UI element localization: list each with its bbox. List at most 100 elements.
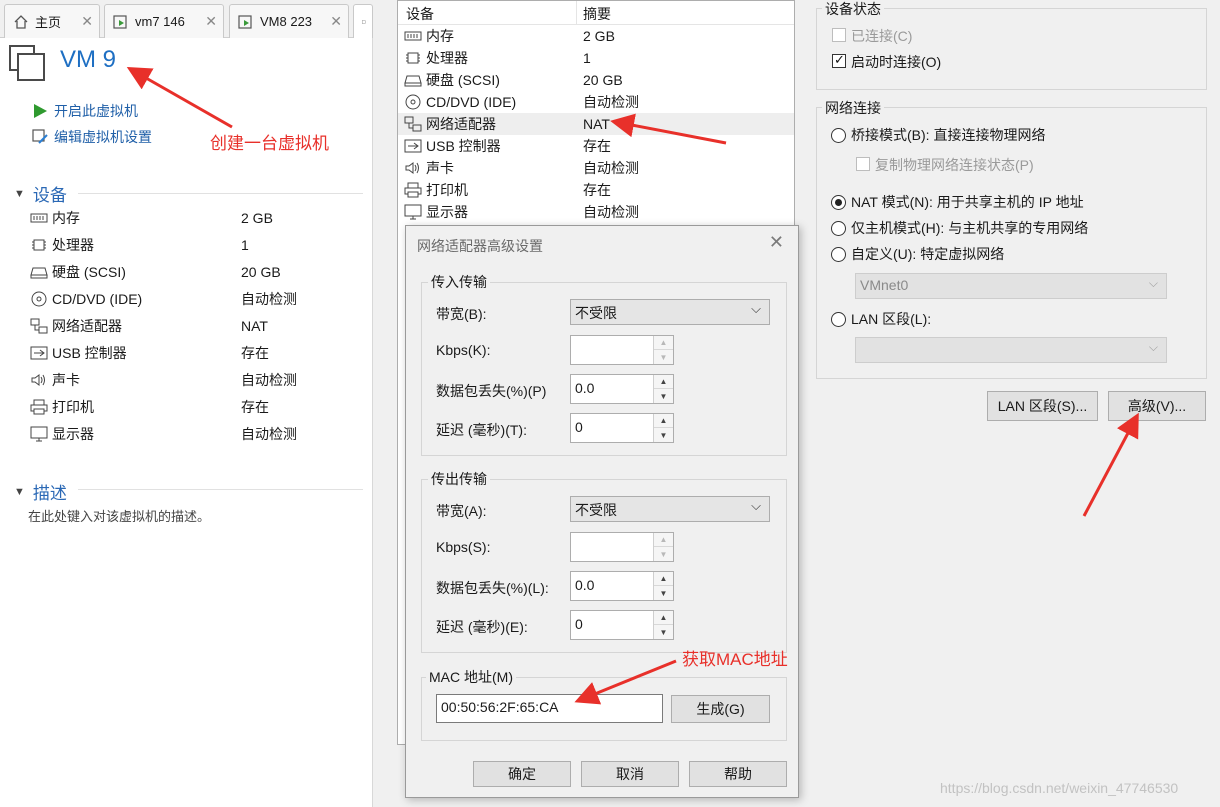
spin-down-icon[interactable]: ▼ bbox=[654, 428, 673, 442]
collapse-icon: ▼ bbox=[14, 187, 25, 200]
device-row-sound-card[interactable]: 声卡 自动检测 bbox=[30, 367, 360, 393]
spin-up-icon[interactable]: ▲ bbox=[654, 533, 673, 547]
close-icon[interactable]: ✕ bbox=[81, 13, 93, 30]
spin-down-icon[interactable]: ▼ bbox=[654, 586, 673, 600]
lan-segments-button[interactable]: LAN 区段(S)... bbox=[987, 391, 1098, 421]
processor-icon bbox=[406, 52, 420, 64]
spin-up-icon[interactable]: ▲ bbox=[654, 414, 673, 428]
generate-mac-button[interactable]: 生成(G) bbox=[671, 695, 770, 723]
usb-icon bbox=[404, 139, 422, 153]
device-row-cd-dvd[interactable]: CD/DVD (IDE) 自动检测 bbox=[30, 286, 360, 312]
device-row-display[interactable]: 显示器 自动检测 bbox=[30, 421, 360, 447]
hardware-name: 处理器 bbox=[426, 50, 468, 66]
hardware-name: 声卡 bbox=[426, 160, 454, 176]
lan-segment-select[interactable]: ⌵ bbox=[855, 337, 1167, 363]
advanced-button[interactable]: 高级(V)... bbox=[1108, 391, 1206, 421]
outgoing-kbps-spinner[interactable]: ▲ ▼ bbox=[570, 532, 674, 562]
lan-segment-radio[interactable] bbox=[831, 312, 846, 327]
hardware-row-display[interactable]: 显示器 自动检测 bbox=[398, 201, 794, 223]
spin-up-icon[interactable]: ▲ bbox=[654, 336, 673, 350]
annotation-get-mac: 获取MAC地址 bbox=[682, 650, 788, 669]
hardware-row-sound-card[interactable]: 声卡 自动检测 bbox=[398, 157, 794, 179]
settings-icon bbox=[32, 129, 48, 144]
spin-down-icon[interactable]: ▼ bbox=[654, 547, 673, 561]
device-row-memory[interactable]: 内存 2 GB bbox=[30, 205, 360, 231]
help-button[interactable]: 帮助 bbox=[689, 761, 787, 787]
hardware-row-cd-dvd[interactable]: CD/DVD (IDE) 自动检测 bbox=[398, 91, 794, 113]
incoming-bandwidth-select[interactable]: 不受限 ⌵ bbox=[570, 299, 770, 325]
custom-radio[interactable] bbox=[831, 247, 846, 262]
bridged-radio[interactable] bbox=[831, 128, 846, 143]
tab-bar: 主页 ✕ vm7 146 ✕ VM8 223 ✕ bbox=[0, 0, 373, 38]
tab-vm7[interactable]: vm7 146 ✕ bbox=[104, 4, 224, 38]
hard-disk-icon bbox=[404, 75, 422, 87]
hardware-summary: 存在 bbox=[583, 138, 611, 154]
device-name: 处理器 bbox=[52, 237, 94, 253]
host-only-radio[interactable] bbox=[831, 221, 846, 236]
spin-up-icon[interactable]: ▲ bbox=[654, 611, 673, 625]
ok-button[interactable]: 确定 bbox=[473, 761, 571, 787]
incoming-bandwidth-label: 带宽(B): bbox=[436, 306, 487, 322]
incoming-latency-spinner[interactable]: 0 ▲ ▼ bbox=[570, 413, 674, 443]
hardware-row-hard-disk[interactable]: 硬盘 (SCSI) 20 GB bbox=[398, 69, 794, 91]
device-row-network-adapter[interactable]: 网络适配器 NAT bbox=[30, 313, 360, 339]
device-value: 2 GB bbox=[241, 210, 273, 226]
hardware-row-network-adapter[interactable]: 网络适配器 NAT bbox=[398, 113, 794, 135]
spin-down-icon[interactable]: ▼ bbox=[654, 389, 673, 403]
monitor-icon bbox=[404, 204, 422, 220]
device-row-usb[interactable]: USB 控制器 存在 bbox=[30, 340, 360, 366]
hardware-row-printer[interactable]: 打印机 存在 bbox=[398, 179, 794, 201]
close-icon[interactable]: ✕ bbox=[330, 13, 342, 30]
cancel-button[interactable]: 取消 bbox=[581, 761, 679, 787]
mac-address-input[interactable]: 00:50:56:2F:65:CA bbox=[436, 694, 663, 723]
tab-home[interactable]: 主页 ✕ bbox=[4, 4, 100, 38]
edit-settings-link[interactable]: 编辑虚拟机设置 bbox=[32, 127, 152, 147]
device-row-hard-disk[interactable]: 硬盘 (SCSI) 20 GB bbox=[30, 259, 360, 285]
hardware-row-usb[interactable]: USB 控制器 存在 bbox=[398, 135, 794, 157]
vmnet-select[interactable]: VMnet0 ⌵ bbox=[855, 273, 1167, 299]
device-name: 网络适配器 bbox=[52, 318, 122, 334]
dialog-title: 网络适配器高级设置 bbox=[417, 238, 543, 254]
tab-vm9[interactable] bbox=[353, 4, 373, 38]
devices-section-header[interactable]: ▼ 设备 bbox=[14, 181, 67, 206]
hardware-row-processor[interactable]: 处理器 1 bbox=[398, 47, 794, 69]
device-value: 20 GB bbox=[241, 264, 281, 280]
device-row-processor[interactable]: 处理器 1 bbox=[30, 232, 360, 258]
nat-radio[interactable] bbox=[831, 195, 846, 210]
column-device[interactable]: 设备 bbox=[406, 4, 434, 24]
hardware-summary: 1 bbox=[583, 50, 591, 66]
radio-selected-dot bbox=[835, 199, 842, 206]
spin-up-icon[interactable]: ▲ bbox=[654, 572, 673, 586]
close-icon[interactable]: ✕ bbox=[769, 232, 784, 253]
device-value: 1 bbox=[241, 237, 249, 253]
vm-title: VM 9 bbox=[60, 46, 117, 73]
spinner-buttons: ▲ ▼ bbox=[653, 572, 673, 600]
outgoing-loss-spinner[interactable]: 0.0 ▲ ▼ bbox=[570, 571, 674, 601]
incoming-kbps-spinner[interactable]: ▲ ▼ bbox=[570, 335, 674, 365]
device-status-title: 设备状态 bbox=[822, 0, 884, 19]
spin-down-icon[interactable]: ▼ bbox=[654, 625, 673, 639]
spinner-buttons: ▲ ▼ bbox=[653, 533, 673, 561]
connected-checkbox[interactable] bbox=[832, 28, 846, 42]
connect-on-start-checkbox[interactable]: ✓ bbox=[832, 52, 846, 68]
description-placeholder[interactable]: 在此处键入对该虚拟机的描述。 bbox=[28, 506, 210, 525]
device-row-printer[interactable]: 打印机 存在 bbox=[30, 394, 360, 420]
outgoing-bandwidth-select[interactable]: 不受限 ⌵ bbox=[570, 496, 770, 522]
vm-icon bbox=[362, 19, 366, 24]
tab-vm8[interactable]: VM8 223 ✕ bbox=[229, 4, 349, 38]
column-summary[interactable]: 摘要 bbox=[583, 4, 611, 24]
divider bbox=[78, 489, 363, 490]
spin-up-icon[interactable]: ▲ bbox=[654, 375, 673, 389]
spin-down-icon[interactable]: ▼ bbox=[654, 350, 673, 364]
usb-icon bbox=[30, 346, 48, 360]
close-icon[interactable]: ✕ bbox=[205, 13, 217, 30]
description-section-header[interactable]: ▼ 描述 bbox=[14, 479, 67, 504]
checkmark-icon: ✓ bbox=[834, 52, 845, 67]
hardware-summary: 20 GB bbox=[583, 72, 623, 88]
replicate-state-checkbox[interactable] bbox=[856, 157, 870, 171]
power-on-link[interactable]: 开启此虚拟机 bbox=[32, 101, 138, 121]
hardware-row-memory[interactable]: 内存 2 GB bbox=[398, 25, 794, 47]
incoming-loss-spinner[interactable]: 0.0 ▲ ▼ bbox=[570, 374, 674, 404]
hardware-summary: 2 GB bbox=[583, 28, 615, 44]
outgoing-latency-spinner[interactable]: 0 ▲ ▼ bbox=[570, 610, 674, 640]
